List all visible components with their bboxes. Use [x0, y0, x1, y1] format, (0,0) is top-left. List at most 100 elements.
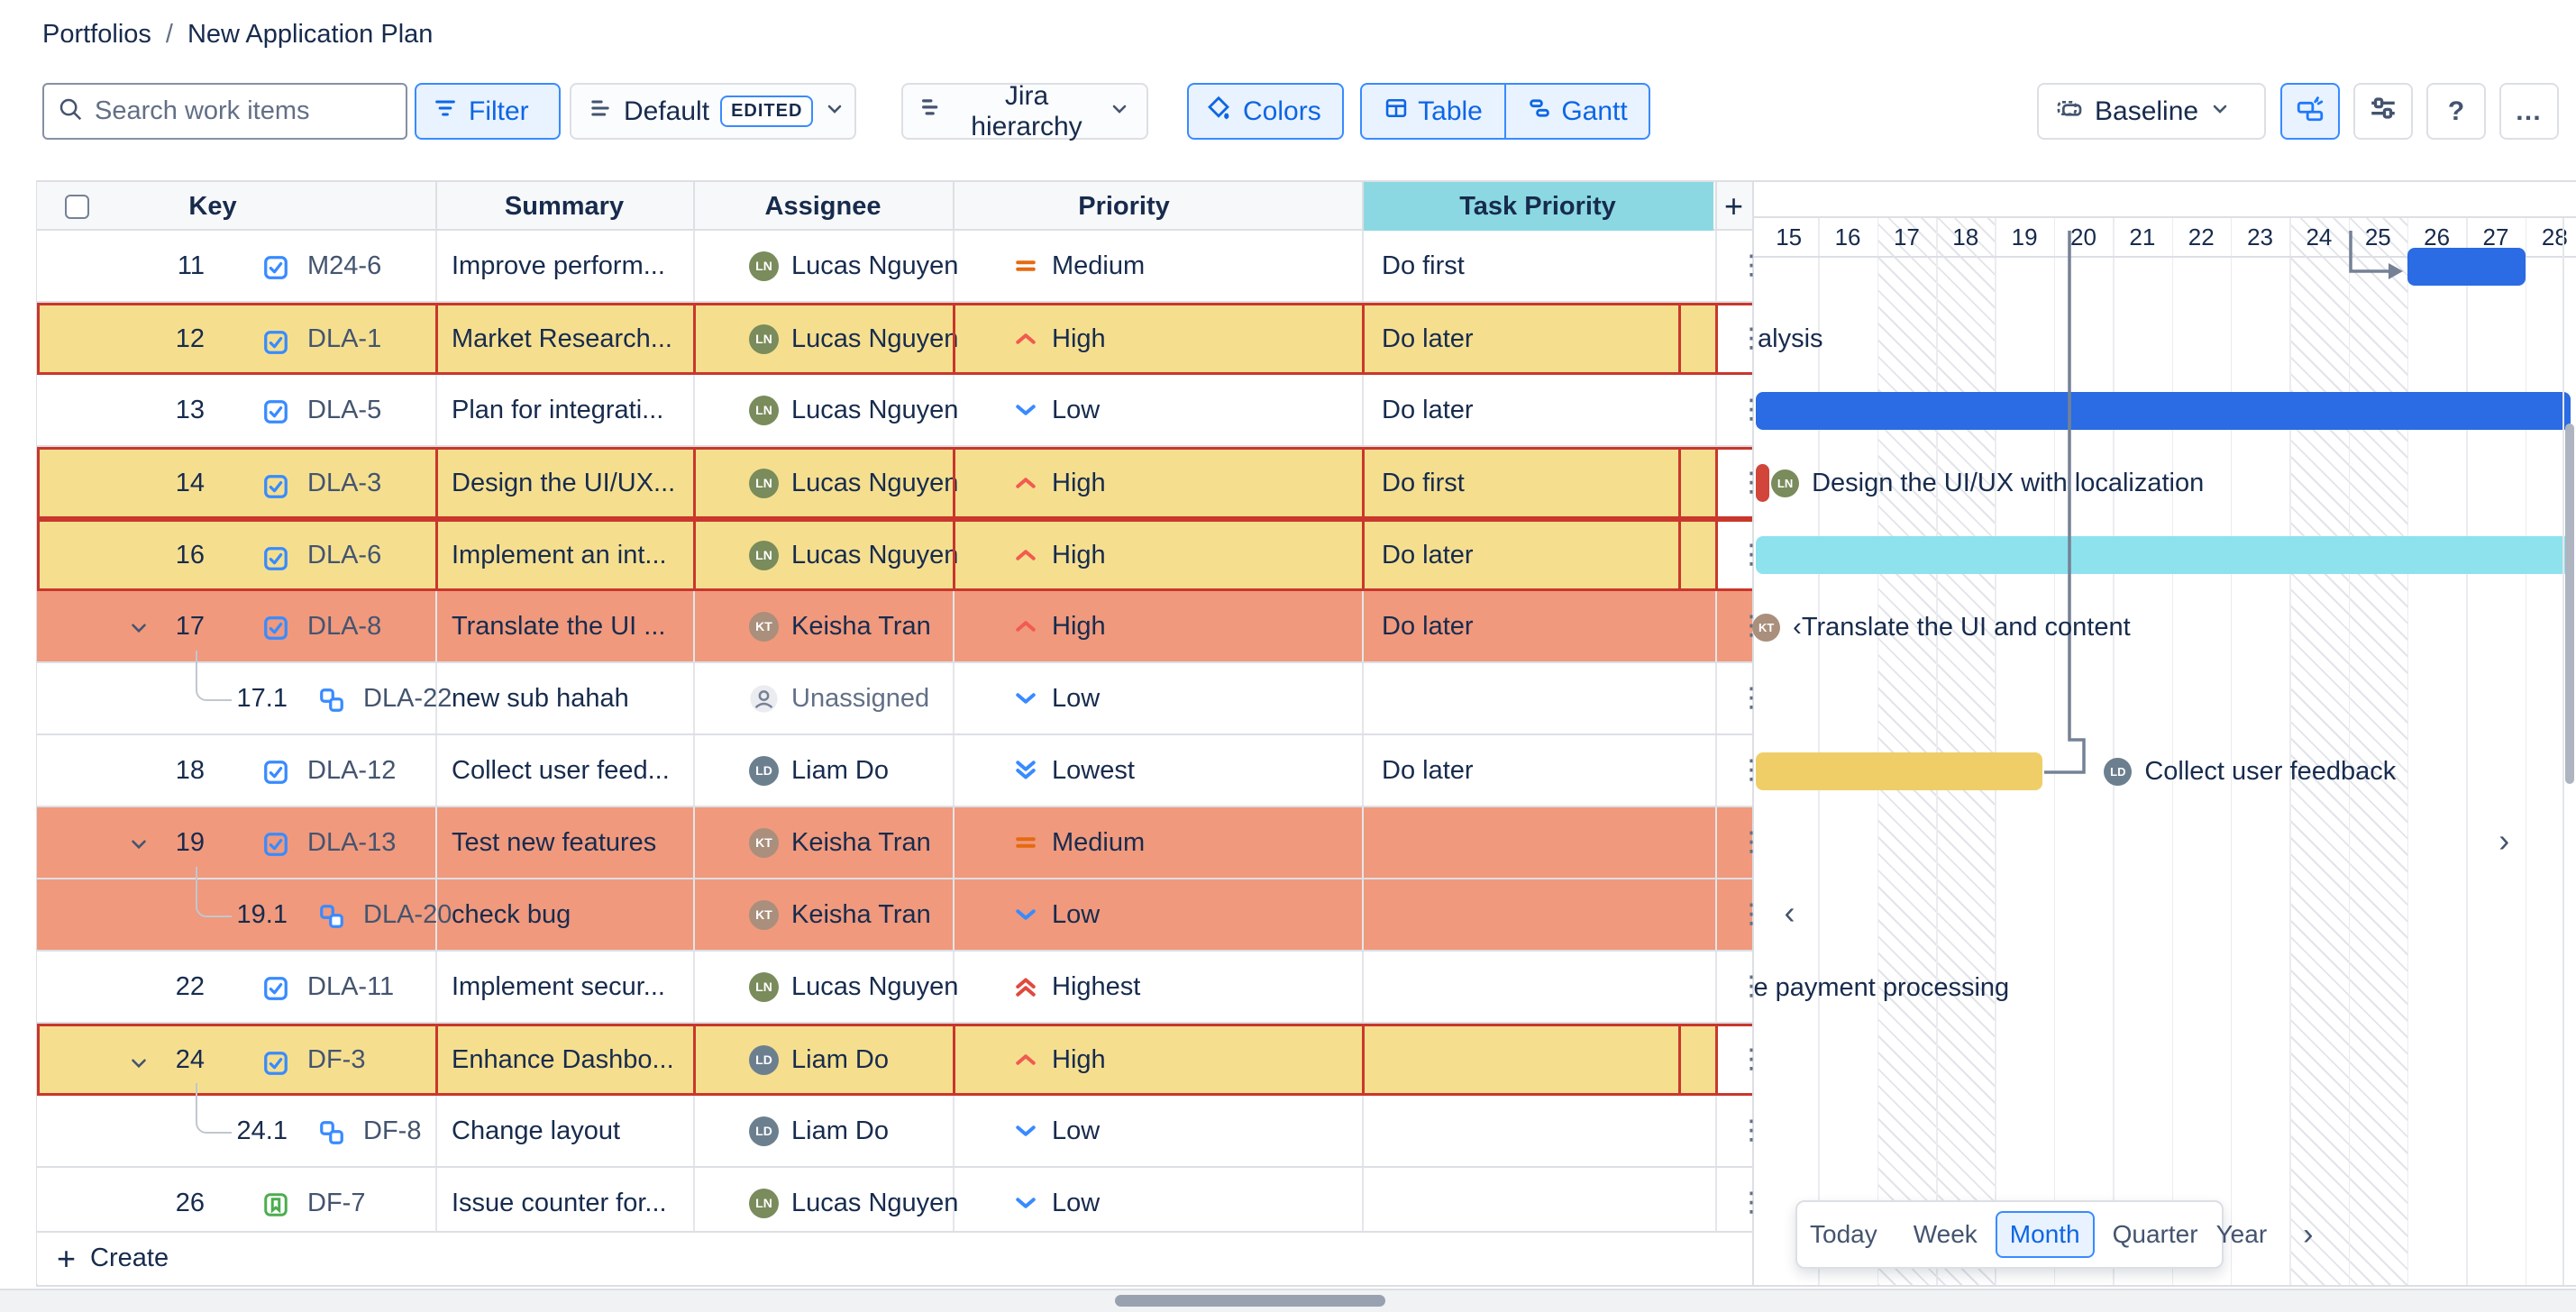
filter-button[interactable]: Filter — [415, 83, 561, 140]
work-item-key[interactable]: DLA-6 — [307, 522, 434, 588]
priority-cell[interactable]: Lowest — [1012, 735, 1135, 806]
gantt-bar-yellow[interactable] — [1756, 752, 2042, 790]
chevron-down-icon[interactable] — [127, 1052, 151, 1075]
baseline-button[interactable]: Baseline — [2037, 83, 2266, 140]
assignee-cell[interactable]: LNLucas Nguyen — [749, 522, 983, 588]
priority-cell[interactable]: Medium — [1012, 231, 1145, 301]
column-header-task-priority[interactable]: Task Priority — [1362, 182, 1713, 231]
priority-cell[interactable]: Highest — [1012, 952, 1140, 1022]
zoom-month-button[interactable]: Month — [1996, 1211, 2095, 1258]
row-actions-button[interactable]: ⋮ — [1731, 1168, 1771, 1238]
summary-cell[interactable]: Collect user feed... — [452, 735, 686, 806]
gantt-bar-blue[interactable] — [1756, 392, 2571, 430]
task-priority-cell[interactable] — [1382, 807, 1688, 878]
task-priority-cell[interactable] — [1382, 1096, 1688, 1166]
column-header-summary[interactable]: Summary — [435, 182, 693, 231]
search-box[interactable] — [42, 83, 407, 140]
gantt-bar-red[interactable] — [1756, 464, 1769, 502]
summary-cell[interactable]: Market Research... — [452, 305, 686, 372]
task-priority-cell[interactable]: Do later — [1382, 522, 1688, 588]
priority-cell[interactable]: High — [1012, 522, 1106, 588]
view-selector-button[interactable]: Default EDITED — [570, 83, 856, 140]
assignee-cell[interactable]: KTKeisha Tran — [749, 879, 983, 950]
assignee-cell[interactable]: KTKeisha Tran — [749, 807, 983, 878]
summary-cell[interactable]: Design the UI/UX... — [452, 450, 686, 516]
priority-cell[interactable]: Low — [1012, 375, 1100, 445]
priority-cell[interactable]: High — [1012, 450, 1106, 516]
summary-cell[interactable]: Change layout — [452, 1096, 686, 1166]
settings-sliders-button[interactable] — [2353, 83, 2413, 140]
summary-cell[interactable]: Test new features — [452, 807, 686, 878]
search-input[interactable] — [95, 96, 383, 126]
assignee-cell[interactable]: LDLiam Do — [749, 1026, 983, 1093]
more-options-button[interactable]: … — [2499, 83, 2559, 140]
task-priority-cell[interactable]: Do first — [1382, 231, 1688, 301]
help-button[interactable]: ? — [2426, 83, 2486, 140]
assignee-cell[interactable]: KTKeisha Tran — [749, 591, 983, 661]
task-priority-cell[interactable]: Do later — [1382, 735, 1688, 806]
task-priority-cell[interactable] — [1382, 1026, 1688, 1093]
gantt-view-button[interactable]: Gantt — [1504, 85, 1649, 138]
task-priority-cell[interactable]: Do later — [1382, 375, 1688, 445]
zoom-next-button[interactable]: › — [2303, 1217, 2313, 1253]
priority-cell[interactable]: Medium — [1012, 807, 1145, 878]
priority-cell[interactable]: High — [1012, 1026, 1106, 1093]
offscreen-bar-indicator[interactable]: ‹ — [1784, 894, 1795, 932]
task-priority-cell[interactable] — [1382, 663, 1688, 733]
zoom-week-button[interactable]: Week — [1914, 1220, 1978, 1249]
priority-cell[interactable]: Low — [1012, 663, 1100, 733]
chevron-down-icon[interactable] — [127, 833, 151, 856]
task-priority-cell[interactable] — [1382, 1168, 1688, 1238]
gantt-bar-cyan[interactable] — [1756, 536, 2571, 574]
row-actions-button[interactable]: ⋮ — [1731, 807, 1771, 878]
zoom-quarter-button[interactable]: Quarter — [2113, 1220, 2198, 1249]
column-header-priority[interactable]: Priority — [953, 182, 1295, 231]
work-item-key[interactable]: DLA-12 — [307, 735, 434, 806]
table-view-button[interactable]: Table — [1362, 85, 1504, 138]
assignee-cell[interactable]: LNLucas Nguyen — [749, 305, 983, 372]
assignee-cell[interactable]: LNLucas Nguyen — [749, 450, 983, 516]
breadcrumb-portfolios-link[interactable]: Portfolios — [42, 20, 151, 50]
priority-cell[interactable]: Low — [1012, 879, 1100, 950]
priority-cell[interactable]: High — [1012, 591, 1106, 661]
summary-cell[interactable]: Implement secur... — [452, 952, 686, 1022]
priority-cell[interactable]: Low — [1012, 1168, 1100, 1238]
task-priority-cell[interactable]: Do later — [1382, 591, 1688, 661]
gantt-vertical-scrollbar-thumb[interactable] — [2565, 424, 2574, 784]
gantt-bar-blue[interactable] — [2407, 248, 2526, 286]
work-item-key[interactable]: DF-3 — [307, 1026, 434, 1093]
summary-cell[interactable]: check bug — [452, 879, 686, 950]
horizontal-scrollbar-thumb[interactable] — [1115, 1295, 1385, 1307]
summary-cell[interactable]: Enhance Dashbo... — [452, 1026, 686, 1093]
hierarchy-selector-button[interactable]: Jira hierarchy — [901, 83, 1148, 140]
task-priority-cell[interactable]: Do later — [1382, 305, 1688, 372]
assignee-cell[interactable]: LDLiam Do — [749, 1096, 983, 1166]
column-header-key[interactable]: Key — [145, 182, 280, 231]
work-item-key[interactable]: DF-7 — [307, 1168, 434, 1238]
work-item-key[interactable]: DLA-11 — [307, 952, 434, 1022]
work-item-key[interactable]: DLA-1 — [307, 305, 434, 372]
assignee-cell[interactable]: Unassigned — [749, 663, 983, 733]
work-item-key[interactable]: DLA-5 — [307, 375, 434, 445]
task-priority-cell[interactable] — [1382, 952, 1688, 1022]
assignee-cell[interactable]: LNLucas Nguyen — [749, 1168, 983, 1238]
priority-cell[interactable]: High — [1012, 305, 1106, 372]
row-actions-button[interactable]: ⋮ — [1731, 1026, 1771, 1093]
assignee-cell[interactable]: LNLucas Nguyen — [749, 231, 983, 301]
summary-cell[interactable]: new sub hahah — [452, 663, 686, 733]
work-item-key[interactable]: DLA-13 — [307, 807, 434, 878]
summary-cell[interactable]: Issue counter for... — [452, 1168, 686, 1238]
highlight-changes-button[interactable] — [2280, 83, 2340, 140]
assignee-cell[interactable]: LNLucas Nguyen — [749, 952, 983, 1022]
create-row[interactable]: + Create — [37, 1231, 1752, 1284]
summary-cell[interactable]: Translate the UI ... — [452, 591, 686, 661]
summary-cell[interactable]: Implement an int... — [452, 522, 686, 588]
colors-button[interactable]: Colors — [1187, 83, 1344, 140]
row-actions-button[interactable]: ⋮ — [1731, 879, 1771, 950]
offscreen-bar-indicator[interactable]: › — [2498, 822, 2509, 860]
task-priority-cell[interactable]: Do first — [1382, 450, 1688, 516]
summary-cell[interactable]: Plan for integrati... — [452, 375, 686, 445]
column-header-assignee[interactable]: Assignee — [693, 182, 953, 231]
work-item-key[interactable]: DLA-3 — [307, 450, 434, 516]
work-item-key[interactable]: M24-6 — [307, 231, 434, 301]
